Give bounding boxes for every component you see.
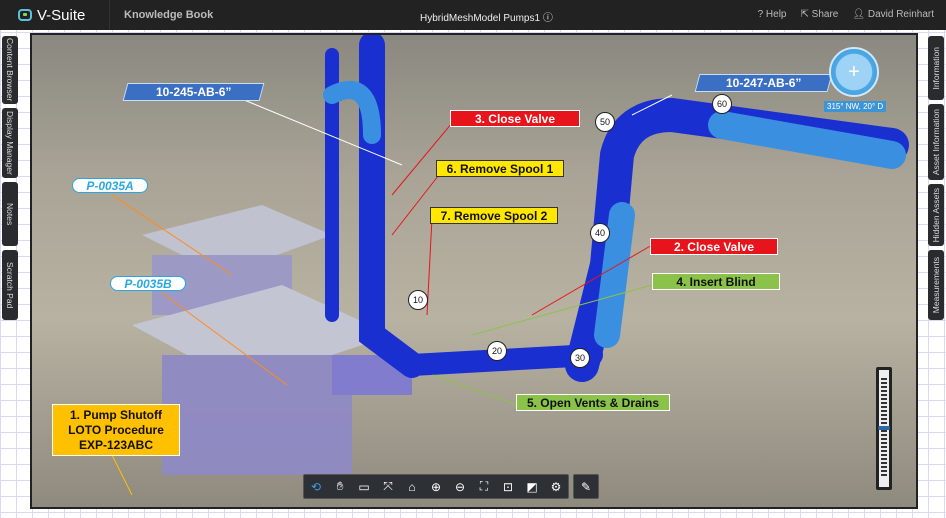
fit-all-icon[interactable]: ⤧ xyxy=(376,475,400,498)
focus-icon[interactable]: ⊡ xyxy=(496,475,520,498)
share-label: Share xyxy=(811,9,839,20)
fullscreen-icon[interactable]: ⛶ xyxy=(472,475,496,498)
step-1-line: LOTO Procedure xyxy=(68,422,164,437)
tab-information[interactable]: Information xyxy=(928,36,944,100)
tab-label: Asset Information xyxy=(931,108,941,176)
marker-30[interactable]: 30 xyxy=(570,348,590,368)
app-name: V-Suite xyxy=(37,6,86,24)
markup-pen-icon[interactable]: ✎ xyxy=(574,475,598,498)
compass-readout: 315° NW, 20° D xyxy=(824,101,887,112)
orbit-icon[interactable]: ⟲ xyxy=(304,475,328,498)
tab-label: Scratch Pad xyxy=(5,261,15,309)
step-1-line: EXP-123ABC xyxy=(78,437,154,452)
tab-notes[interactable]: Notes xyxy=(2,182,18,246)
tab-label: Hidden Assets xyxy=(931,187,941,243)
ruler-icon[interactable]: ▭ xyxy=(352,475,376,498)
step-5-label[interactable]: 5. Open Vents & Drains xyxy=(516,394,670,411)
help-label: Help xyxy=(765,9,787,20)
app-logo[interactable]: V-Suite xyxy=(0,0,110,30)
tab-label: Information xyxy=(931,46,941,90)
marker-50[interactable]: 50 xyxy=(595,112,615,132)
tab-measurements[interactable]: Measurements xyxy=(928,250,944,320)
model-title-text: HybridMeshModel Pumps1 xyxy=(420,13,541,24)
line-label-10-245[interactable]: 10-245-AB-6” xyxy=(122,83,265,101)
step-1-line: 1. Pump Shutoff xyxy=(70,407,162,422)
marker-40[interactable]: 40 xyxy=(590,223,610,243)
user-menu[interactable]: 👤︎ David Reinhart xyxy=(852,9,934,20)
tab-label: Display Manager xyxy=(5,111,15,175)
pump-label-p-0035a[interactable]: P-0035A xyxy=(72,178,148,193)
info-icon[interactable]: ⓘ xyxy=(543,13,553,24)
tab-content-browser[interactable]: Content Browser xyxy=(2,36,18,104)
section-box-icon[interactable]: ◩ xyxy=(520,475,544,498)
settings-gear-icon[interactable]: ⚙ xyxy=(544,475,568,498)
line-label-10-247[interactable]: 10-247-AB-6” xyxy=(694,74,833,92)
zoom-slider[interactable] xyxy=(876,367,892,490)
slider-thumb[interactable] xyxy=(878,426,890,430)
tab-label: Notes xyxy=(5,202,15,226)
step-4-label[interactable]: 4. Insert Blind xyxy=(652,273,780,290)
user-name: David Reinhart xyxy=(867,9,934,20)
step-6-label[interactable]: 6. Remove Spool 1 xyxy=(436,160,564,177)
marker-60[interactable]: 60 xyxy=(712,94,732,114)
tab-hidden-assets[interactable]: Hidden Assets xyxy=(928,184,944,246)
tab-scratch-pad[interactable]: Scratch Pad xyxy=(2,250,18,320)
marker-20[interactable]: 20 xyxy=(487,341,507,361)
step-2-label[interactable]: 2. Close Valve xyxy=(650,238,778,255)
tab-asset-information[interactable]: Asset Information xyxy=(928,104,944,180)
tab-display-manager[interactable]: Display Manager xyxy=(2,108,18,178)
crosshair-icon: + xyxy=(848,60,860,83)
compass-widget[interactable]: + xyxy=(829,47,879,97)
view-toolbar: ⟲ ✋︎ ▭ ⤧ ⌂ ⊕ ⊖ ⛶ ⊡ ◩ ⚙ ✎ xyxy=(303,474,599,499)
pan-hand-icon[interactable]: ✋︎ xyxy=(328,475,352,498)
help-button[interactable]: ? Help xyxy=(758,9,787,20)
step-3-label[interactable]: 3. Close Valve xyxy=(450,110,580,127)
line-label-text: 10-245-AB-6” xyxy=(155,85,232,99)
model-title: HybridMeshModel Pumps1 ⓘ xyxy=(420,9,553,24)
marker-10[interactable]: 10 xyxy=(408,290,428,310)
step-7-label[interactable]: 7. Remove Spool 2 xyxy=(430,207,558,224)
knowledge-book-link[interactable]: Knowledge Book xyxy=(110,9,213,21)
chat-logo-icon xyxy=(18,9,32,21)
zoom-out-icon[interactable]: ⊖ xyxy=(448,475,472,498)
pump-label-p-0035b[interactable]: P-0035B xyxy=(110,276,186,291)
tab-label: Content Browser xyxy=(5,38,15,102)
zoom-in-icon[interactable]: ⊕ xyxy=(424,475,448,498)
tab-label: Measurements xyxy=(931,256,941,314)
top-bar: V-Suite Knowledge Book HybridMeshModel P… xyxy=(0,0,946,30)
share-button[interactable]: ⇱ Share xyxy=(801,9,839,20)
step-1-label[interactable]: 1. Pump Shutoff LOTO Procedure EXP-123AB… xyxy=(52,404,180,456)
home-icon[interactable]: ⌂ xyxy=(400,475,424,498)
line-label-text: 10-247-AB-6” xyxy=(725,76,802,90)
